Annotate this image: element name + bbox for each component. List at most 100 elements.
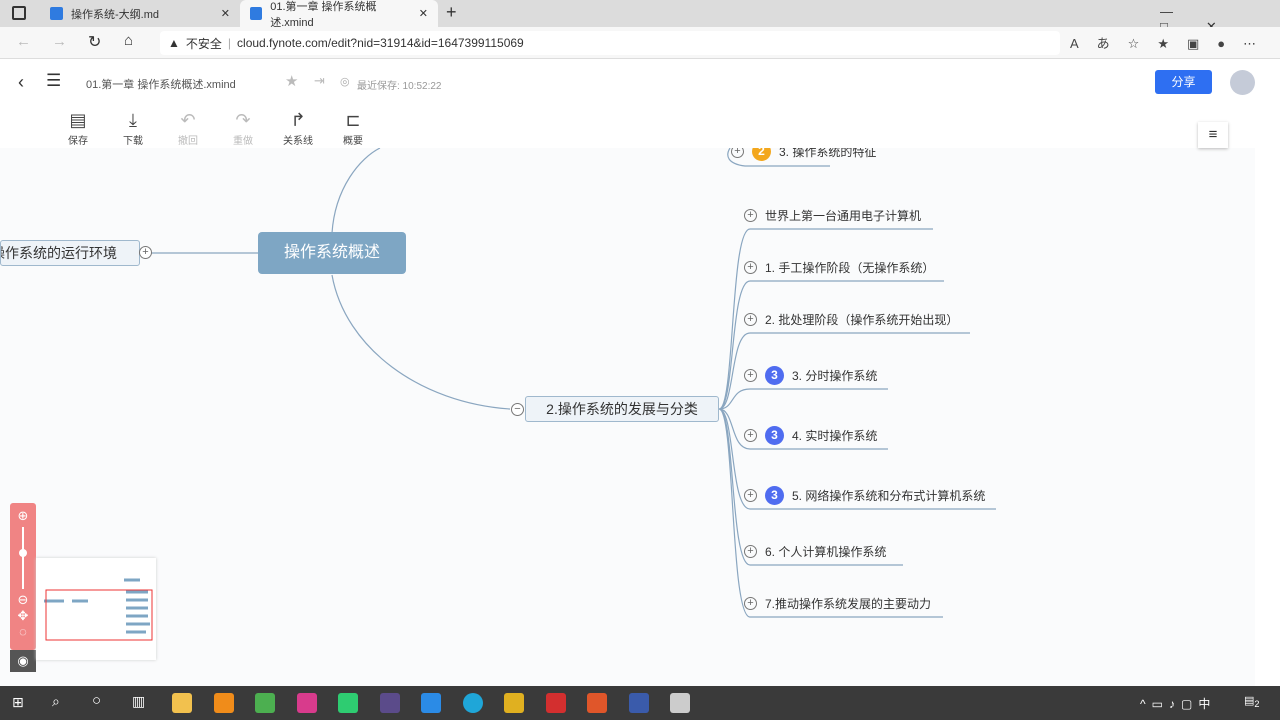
move-icon[interactable]: ⇥ <box>314 73 325 89</box>
taskbar-app-icon[interactable] <box>421 693 441 713</box>
topic-child[interactable]: +6. 个人计算机操作系统 <box>744 541 886 561</box>
taskbar-app-icon[interactable] <box>379 693 400 713</box>
site-favicon-icon <box>250 7 263 20</box>
zoom-controls: ⊕ ⊖ ✥ ◌ <box>10 503 36 650</box>
expand-icon[interactable]: + <box>744 544 757 558</box>
taskbar-app-icon[interactable] <box>504 693 524 713</box>
taskbar-app-icon[interactable] <box>255 693 275 713</box>
tab-actions-icon[interactable] <box>12 6 26 20</box>
close-tab-icon[interactable]: ✕ <box>221 7 230 20</box>
summary-icon: ⊏ <box>345 110 361 130</box>
topic-label: 7.推动操作系统发展的主要动力 <box>765 596 932 611</box>
download-icon: ⤓ <box>129 110 137 130</box>
back-icon[interactable]: ← <box>16 33 31 50</box>
collapse-icon[interactable]: − <box>511 403 524 416</box>
taskbar-app-icon[interactable] <box>670 693 690 713</box>
topic-child[interactable]: +3 4. 实时操作系统 <box>744 425 877 445</box>
zoom-out-icon[interactable]: ⊖ <box>10 592 36 608</box>
topic-label: 操作系统的运行环境 <box>0 245 117 261</box>
expand-icon[interactable]: + <box>744 428 757 442</box>
share-button[interactable]: 分享 <box>1155 70 1212 94</box>
new-tab-icon[interactable]: + <box>446 2 457 23</box>
warning-icon: ▲ <box>168 36 180 50</box>
taskbar-app-icon[interactable] <box>213 693 234 713</box>
taskbar-app-icon[interactable] <box>628 693 649 713</box>
notification-icon[interactable]: ▤2 <box>1244 694 1260 709</box>
expand-icon[interactable]: + <box>744 488 757 502</box>
save-icon: ▤ <box>69 110 87 130</box>
url-field[interactable]: ▲ 不安全 | cloud.fynote.com/edit?nid=31914&id=… <box>160 31 1060 55</box>
taskbar-app-icon[interactable] <box>296 693 317 713</box>
expand-icon[interactable]: + <box>744 368 757 382</box>
zoom-in-icon[interactable]: ⊕ <box>10 508 36 524</box>
eye-icon[interactable]: ◉ <box>10 650 36 672</box>
url-text: cloud.fynote.com/edit?nid=31914&id=16473… <box>237 36 524 50</box>
topic-child[interactable]: +1. 手工操作阶段（无操作系统） <box>744 257 934 277</box>
topic-left[interactable]: 操作系统的运行环境 <box>0 240 140 266</box>
fit-icon[interactable]: ◌ <box>10 624 36 639</box>
toolbar-redo-button[interactable]: ↷ 重做 <box>223 110 263 147</box>
cortana-icon[interactable]: ○ <box>92 692 101 709</box>
back-icon[interactable]: ‹ <box>18 72 24 93</box>
topic-label: 1. 手工操作阶段（无操作系统） <box>765 260 935 275</box>
expand-icon[interactable]: + <box>744 208 757 222</box>
toolbar-download-button[interactable]: ⤓ 下载 <box>113 110 153 147</box>
home-icon[interactable]: ⌂ <box>124 32 133 49</box>
zoom-slider[interactable] <box>19 527 27 589</box>
relation-line-icon: ↱ <box>290 110 306 130</box>
expand-icon[interactable]: + <box>744 596 757 610</box>
toolbar-save-button[interactable]: ▤ 保存 <box>58 110 98 147</box>
mindmap-canvas[interactable]: 操作系统的运行环境 + 操作系统概述 +2 3. 操作系统的特征 − 2.操作系统… <box>0 148 1255 686</box>
topic-child[interactable]: +2. 批处理阶段（操作系统开始出现） <box>744 309 958 329</box>
toolbar-label: 概要 <box>343 136 363 147</box>
topic-branch[interactable]: 2.操作系统的发展与分类 <box>525 396 719 422</box>
toolbar-label: 撤回 <box>178 136 198 147</box>
expand-icon[interactable]: + <box>744 260 757 274</box>
topic-child[interactable]: +3 3. 分时操作系统 <box>744 365 877 385</box>
taskbar-app-icon[interactable] <box>587 693 607 713</box>
expand-icon[interactable]: + <box>139 246 152 259</box>
topic-child[interactable]: +3 5. 网络操作系统和分布式计算机系统 <box>744 485 985 505</box>
star-icon[interactable]: ★ <box>285 72 298 90</box>
topic-child[interactable]: +7.推动操作系统发展的主要动力 <box>744 593 931 613</box>
security-label: 不安全 <box>185 36 222 51</box>
undo-icon: ↶ <box>180 110 196 130</box>
browser-toolbar-icons[interactable]: Aあ☆★▣●⋯ <box>1070 33 1274 52</box>
start-icon[interactable]: ⊞ <box>12 694 24 711</box>
toolbar-relation-line-button[interactable]: ↱ 关系线 <box>278 110 318 147</box>
tray-icons[interactable]: ^▭♪▢中 <box>1140 695 1216 712</box>
menu-icon[interactable]: ☰ <box>46 71 61 91</box>
toolbar-undo-button[interactable]: ↶ 撤回 <box>168 110 208 147</box>
tab-xmind[interactable]: 01.第一章 操作系统概述.xmind ✕ <box>240 0 438 29</box>
topic-label: 2. 批处理阶段（操作系统开始出现） <box>765 312 959 327</box>
task-view-icon[interactable]: ▥ <box>132 693 145 710</box>
topic-label: 3. 分时操作系统 <box>792 368 878 383</box>
toolbar-label: 保存 <box>68 136 88 147</box>
taskbar-app-icon[interactable] <box>462 693 483 713</box>
saved-check-icon: ◎ <box>340 76 350 88</box>
move-icon[interactable]: ✥ <box>10 608 36 624</box>
taskbar-app-icon[interactable] <box>172 693 192 713</box>
tab-outline[interactable]: 操作系统-大纲.md ✕ <box>40 0 240 27</box>
taskbar-app-icon[interactable] <box>338 693 358 713</box>
avatar[interactable] <box>1230 70 1255 95</box>
search-icon[interactable]: ⌕ <box>52 693 60 710</box>
taskbar-app-icon[interactable] <box>545 693 566 713</box>
refresh-icon[interactable]: ↻ <box>88 32 101 52</box>
expand-icon[interactable]: + <box>744 312 757 326</box>
priority-badge: 2 <box>752 148 771 161</box>
outline-toggle-icon[interactable]: ≡ <box>1198 122 1228 148</box>
toolbar-summary-button[interactable]: ⊏ 概要 <box>333 110 373 147</box>
minimap-preview <box>44 578 153 641</box>
central-topic[interactable]: 操作系统概述 <box>258 232 406 274</box>
ime-indicator[interactable]: 中 <box>1198 697 1216 711</box>
forward-icon[interactable]: → <box>52 33 67 50</box>
close-tab-icon[interactable]: ✕ <box>419 7 428 20</box>
priority-badge: 3 <box>765 425 784 445</box>
topic-label: 5. 网络操作系统和分布式计算机系统 <box>792 488 986 503</box>
topic-partial[interactable]: +2 3. 操作系统的特征 <box>731 148 876 161</box>
minimap[interactable] <box>36 558 156 660</box>
toolbar-label: 关系线 <box>283 136 313 147</box>
expand-icon[interactable]: + <box>731 148 744 158</box>
topic-child[interactable]: + 世界上第一台通用电子计算机 <box>744 205 921 225</box>
